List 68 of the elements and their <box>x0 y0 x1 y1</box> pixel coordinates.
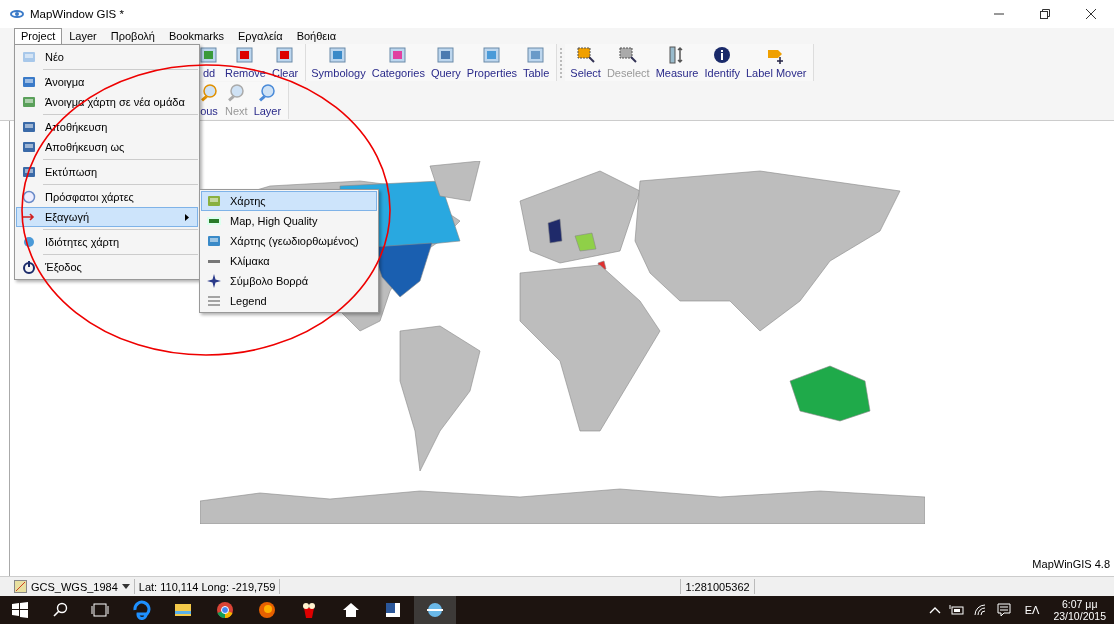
toolbar-button[interactable]: Measure <box>652 45 702 79</box>
power-icon <box>22 260 36 274</box>
toolbar-button[interactable]: Query <box>427 45 464 79</box>
toolbar-button[interactable]: Clear <box>268 45 302 79</box>
e-letter-icon <box>131 600 151 620</box>
country-shape <box>547 218 563 244</box>
star-icon <box>207 274 221 288</box>
deselect-icon <box>618 45 639 65</box>
menu-entry[interactable]: Άνοιγμα χάρτη σε νέα ομάδα <box>16 92 198 112</box>
toolbar-button[interactable]: Properties <box>463 45 520 79</box>
toolbar-button[interactable]: Layer <box>250 83 285 117</box>
menu-entry[interactable]: Άνοιγμα <box>16 72 198 92</box>
menu-entry[interactable]: Ιδιότητες χάρτη <box>16 232 198 252</box>
menu-entry[interactable]: Χάρτης (γεωδιορθωμένος) <box>201 231 377 251</box>
menu-item[interactable]: Βοήθεια <box>289 28 344 44</box>
projection-label[interactable]: GCS_WGS_1984 <box>31 580 118 593</box>
windows-logo-icon <box>12 602 28 618</box>
magnifier-icon <box>257 83 278 103</box>
menu-item[interactable]: Προβολή <box>103 28 162 44</box>
menu-item[interactable]: Layer <box>62 28 104 44</box>
window-title: MapWindow GIS * <box>30 8 124 20</box>
selection-box-icon <box>575 45 596 65</box>
country-shape <box>574 232 597 252</box>
menu-entry[interactable]: Map, High Quality <box>201 211 377 231</box>
menu-entry[interactable]: Χάρτης <box>201 191 377 211</box>
chevron-up-icon[interactable] <box>928 606 941 614</box>
version-label: MapWinGIS 4.8 <box>1032 558 1110 570</box>
document-icon <box>383 600 403 620</box>
scale-text: 1:281005362 <box>685 580 750 593</box>
battery-icon[interactable] <box>948 604 965 616</box>
browser-circle-icon <box>215 600 235 620</box>
menu-item[interactable]: Bookmarks <box>161 28 231 44</box>
globe-icon <box>425 600 445 620</box>
menu-entry[interactable]: Πρόσφατοι χάρτες <box>16 187 198 207</box>
menu-entry[interactable]: Έξοδος <box>16 257 198 277</box>
house-icon <box>341 600 361 620</box>
app-logo-icon <box>10 9 24 19</box>
legend-icon <box>207 294 221 308</box>
toolbar-button[interactable]: Label Mover <box>742 45 810 79</box>
menu-entry[interactable]: Αποθήκευση ως <box>16 137 198 157</box>
menu-entry[interactable]: Εξαγωγή <box>16 207 198 227</box>
menu-item[interactable]: Εργαλεία <box>231 28 290 44</box>
menu-entry[interactable]: Κλίμακα <box>201 251 377 271</box>
close-icon <box>1086 9 1096 19</box>
zoom-next-icon <box>226 83 247 103</box>
toolbar-button[interactable]: Remove <box>222 45 269 79</box>
clock[interactable]: 6:07 μμ 23/10/2015 <box>1053 598 1106 622</box>
menu-item[interactable]: Project <box>14 28 63 44</box>
caret-icon[interactable] <box>121 584 130 589</box>
zoom-previous-icon <box>199 83 219 103</box>
restore-icon <box>1040 9 1050 19</box>
task-view-icon <box>91 603 109 617</box>
taskbar-app-button[interactable] <box>414 596 456 624</box>
search-icon <box>52 602 68 618</box>
menu-entry[interactable]: Legend <box>201 291 377 311</box>
menu-entry[interactable]: Νέο <box>16 47 198 67</box>
coordinates-text: Lat: 110,114 Long: -219,759 <box>138 580 276 593</box>
menu-entry[interactable]: Εκτύπωση <box>16 162 198 182</box>
notification-icon[interactable] <box>996 603 1011 617</box>
toolbar-button[interactable]: Table <box>520 45 553 79</box>
menu-entry[interactable]: Σύμβολο Βορρά <box>201 271 377 291</box>
toolbar-button[interactable]: Symbology <box>308 45 369 79</box>
toolbar-button[interactable]: Identify <box>701 45 743 79</box>
language-indicator[interactable]: ΕΛ <box>1018 604 1046 616</box>
toolbar-button[interactable]: Select <box>567 45 604 79</box>
projection-icon <box>14 580 27 593</box>
toolbar-button[interactable]: ous <box>196 83 222 117</box>
toolbar-button[interactable]: Categories <box>368 45 428 79</box>
